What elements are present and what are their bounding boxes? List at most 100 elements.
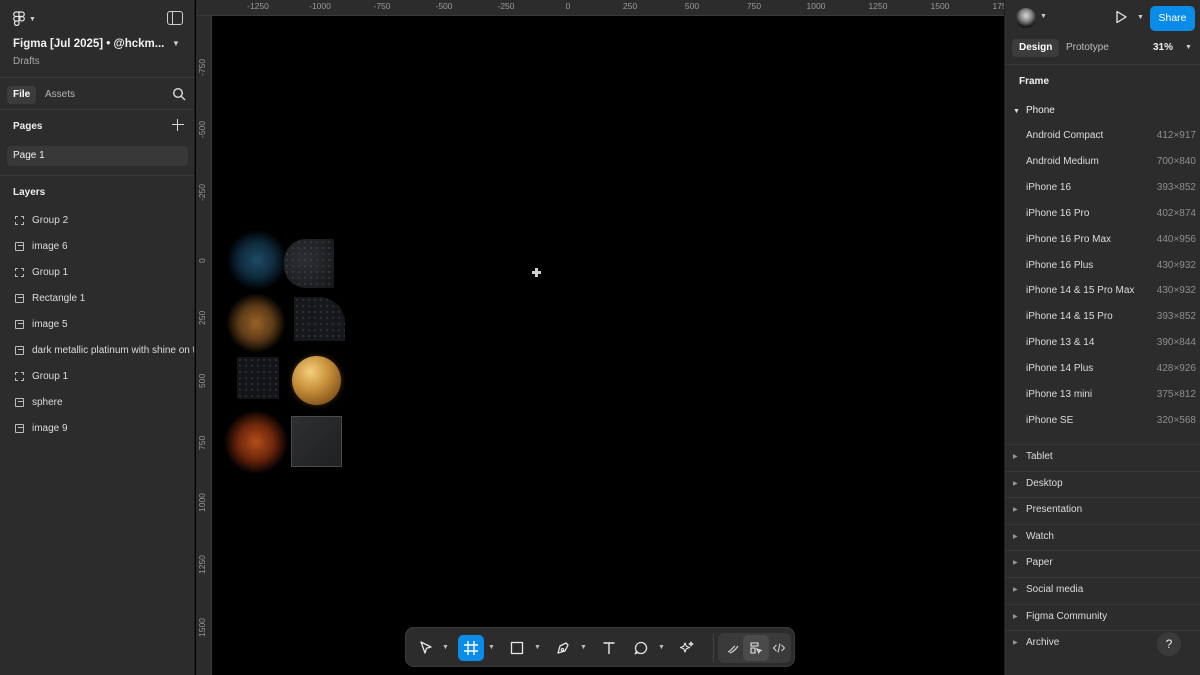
pen-icon <box>557 642 569 654</box>
tab-design[interactable]: Design <box>1012 39 1060 57</box>
layer-item[interactable]: Group 2 <box>0 208 194 234</box>
page-item[interactable]: Page 1 <box>7 146 188 166</box>
frame-preset-item[interactable]: iPhone 13 & 14 390×844 <box>1026 337 1196 353</box>
layer-item[interactable]: dark metallic platinum with shine on th <box>0 338 194 364</box>
ruler-tick-label: 250 <box>197 311 207 326</box>
preset-size: 393×852 <box>1156 181 1196 193</box>
ruler-tick-label: 1250 <box>868 1 888 11</box>
ruler-tick-label: -1250 <box>247 1 269 11</box>
avatar[interactable] <box>1016 8 1036 28</box>
preset-size: 320×568 <box>1156 414 1196 426</box>
frame-category-item[interactable]: ▶ Paper <box>1013 551 1200 577</box>
preset-name: iPhone 13 & 14 <box>1026 337 1095 349</box>
frame-preset-item[interactable]: iPhone 14 & 15 Pro Max 430×932 <box>1026 285 1196 301</box>
chevron-down-icon[interactable]: ▼ <box>1185 44 1192 51</box>
frame-preset-item[interactable]: iPhone 16 Pro 402×874 <box>1026 208 1196 224</box>
pen-tool-button[interactable] <box>550 635 576 661</box>
canvas-image-dark-quarter[interactable] <box>294 297 345 341</box>
frame-preset-item[interactable]: iPhone 14 Plus 428×926 <box>1026 363 1196 379</box>
frame-preset-item[interactable]: iPhone 16 Pro Max 440×956 <box>1026 234 1196 250</box>
image-icon <box>15 242 24 251</box>
frame-category-item[interactable]: ▶ Tablet <box>1013 445 1200 471</box>
canvas-metal-plate[interactable] <box>291 416 342 467</box>
layer-item[interactable]: Group 1 <box>0 260 194 286</box>
frame-category-item[interactable]: ▶ Social media <box>1013 578 1200 604</box>
tab-file[interactable]: File <box>7 86 37 104</box>
preset-name: iPhone SE <box>1026 414 1074 426</box>
triangle-right-icon: ▶ <box>1013 560 1018 567</box>
category-label: Archive <box>1026 637 1060 649</box>
ruler-tick-label: 1500 <box>930 1 950 11</box>
ruler-tick-label: -750 <box>373 1 391 11</box>
triangle-right-icon: ▶ <box>1013 587 1018 593</box>
frame-preset-item[interactable]: iPhone 14 & 15 Pro 393×852 <box>1026 311 1196 327</box>
add-page-icon[interactable] <box>172 119 184 131</box>
comment-tool-button[interactable] <box>628 635 654 661</box>
pages-header: Pages <box>0 110 194 142</box>
layer-name: image 5 <box>32 319 68 330</box>
chevron-down-icon[interactable]: ▼ <box>172 39 180 48</box>
zoom-level[interactable]: 31% <box>1153 42 1173 53</box>
preset-size: 375×812 <box>1156 389 1196 400</box>
frame-tool-button[interactable] <box>458 635 484 661</box>
chevron-down-icon[interactable]: ▼ <box>442 644 449 651</box>
sparkle-icon <box>679 641 694 653</box>
preset-size: 440×956 <box>1156 233 1196 245</box>
tab-prototype[interactable]: Prototype <box>1059 39 1116 57</box>
dev-mode-button[interactable] <box>766 635 792 661</box>
chevron-down-icon[interactable]: ▼ <box>488 644 495 651</box>
ruler-tick-label: 0 <box>197 258 207 263</box>
sidebar-toggle-icon[interactable] <box>167 11 183 25</box>
frame-category-item[interactable]: ▶ Watch <box>1013 525 1200 551</box>
layer-item[interactable]: image 9 <box>0 416 194 442</box>
main-menu-button[interactable]: ▼ <box>12 11 36 27</box>
layer-item[interactable]: sphere <box>0 390 194 416</box>
ruler-tick-label: -250 <box>497 1 515 11</box>
file-location[interactable]: Drafts <box>13 56 40 67</box>
frame-preset-item[interactable]: iPhone 13 mini 375×812 <box>1026 389 1196 405</box>
canvas-image-dark-stone[interactable] <box>284 239 334 288</box>
share-button[interactable]: Share <box>1150 6 1195 31</box>
frame-preset-item[interactable]: iPhone SE 320×568 <box>1026 415 1196 431</box>
chevron-down-icon[interactable]: ▼ <box>658 644 665 651</box>
shape-tool-button[interactable] <box>504 635 530 661</box>
layer-item[interactable]: Rectangle 1 <box>0 286 194 312</box>
preset-size: 428×926 <box>1156 363 1196 375</box>
present-play-icon[interactable] <box>1114 10 1128 24</box>
layer-item[interactable]: image 6 <box>0 234 194 260</box>
frame-preset-item[interactable]: iPhone 16 Plus 430×932 <box>1026 260 1196 276</box>
ruler-tick-label: -500 <box>435 1 453 11</box>
frame-preset-item[interactable]: Android Compact 412×917 <box>1026 130 1196 146</box>
help-button[interactable]: ? <box>1157 632 1181 656</box>
phone-category-header[interactable]: ▼ Phone <box>1013 105 1055 116</box>
frame-category-item[interactable]: ▶ Presentation <box>1013 498 1200 524</box>
chevron-down-icon[interactable]: ▼ <box>580 644 587 651</box>
comment-icon <box>634 641 648 655</box>
layer-item[interactable]: image 5 <box>0 312 194 338</box>
canvas-image-teal-blur[interactable] <box>227 230 287 290</box>
page-label: Page 1 <box>13 150 45 161</box>
text-tool-button[interactable] <box>596 635 622 661</box>
chevron-down-icon[interactable]: ▼ <box>1137 14 1144 21</box>
move-tool-button[interactable] <box>413 635 439 661</box>
actions-button[interactable] <box>674 635 700 661</box>
file-title[interactable]: Figma [Jul 2025] • @hckm... <box>13 38 164 50</box>
canvas-sphere[interactable] <box>292 356 341 405</box>
layer-name: image 6 <box>32 241 68 252</box>
frame-preset-item[interactable]: iPhone 16 393×852 <box>1026 182 1196 198</box>
canvas-image-red-blur[interactable] <box>224 411 288 473</box>
canvas-image-orange-blur[interactable] <box>227 293 285 353</box>
layer-item[interactable]: Group 1 <box>0 364 194 390</box>
frame-preset-item[interactable]: Android Medium 700×840 <box>1026 156 1196 172</box>
tab-assets[interactable]: Assets <box>39 86 81 104</box>
layer-name: sphere <box>32 397 63 408</box>
frame-heading: Frame <box>1019 76 1050 87</box>
ruler-tick-label: 1000 <box>806 1 826 11</box>
chevron-down-icon[interactable]: ▼ <box>534 644 541 651</box>
frame-category-item[interactable]: ▶ Desktop <box>1013 472 1200 498</box>
canvas-rectangle-dark[interactable] <box>237 357 279 399</box>
frame-category-item[interactable]: ▶ Figma Community <box>1013 605 1200 631</box>
search-icon[interactable] <box>172 87 186 101</box>
chevron-down-icon[interactable]: ▼ <box>1040 13 1047 20</box>
canvas[interactable] <box>212 16 1004 675</box>
